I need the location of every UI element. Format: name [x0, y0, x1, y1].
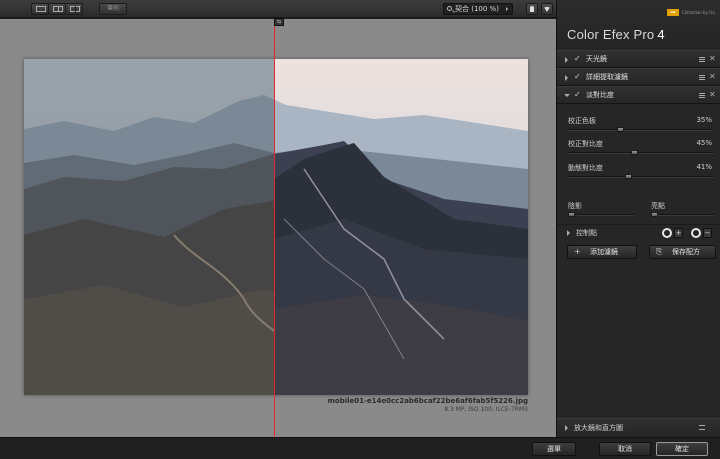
close-icon[interactable]: ✕: [709, 91, 716, 99]
slider-thumb[interactable]: [568, 212, 575, 217]
app-title: Color Efex Pro 4: [567, 27, 665, 42]
color-cast-slider[interactable]: [568, 127, 714, 132]
slider-thumb[interactable]: [651, 212, 658, 217]
file-name: mobile01-e14e0cc2ab6bcaf22be6af6fab5f522…: [327, 397, 528, 405]
slider-value-contrast: 45%: [696, 139, 712, 147]
file-meta: 8.3 MP, ISO 100, ILCE-7RM3: [444, 406, 528, 413]
split-divider-handle[interactable]: ⇆: [274, 18, 284, 26]
save-recipe-button[interactable]: ⎘ 保存配方: [649, 245, 716, 259]
panel-header: nik Collection by Go Color Efex Pro 4: [557, 0, 720, 50]
filter-row-pro-contrast[interactable]: ✓ 淡對比度 ✕: [557, 86, 720, 104]
chevron-right-icon: [506, 7, 508, 11]
filter-row-detail-extractor[interactable]: ✓ 詳細提取濾鏡 ✕: [557, 68, 720, 86]
remove-control-point-icon[interactable]: [691, 228, 701, 238]
close-icon[interactable]: ✕: [709, 73, 716, 81]
loupe-histogram-row[interactable]: 放大鏡和直方圖: [557, 418, 720, 436]
chevron-right-icon[interactable]: [567, 230, 570, 236]
filter-row-skylight[interactable]: ✓ 天光鏡 ✕: [557, 50, 720, 68]
split-view-icon: [53, 6, 63, 12]
plus-icon: +: [574, 247, 581, 256]
split-divider-line[interactable]: [274, 19, 275, 437]
collection-label: Collection by Go: [682, 10, 715, 15]
cancel-button[interactable]: 取消: [599, 442, 651, 456]
single-view-icon: [36, 6, 46, 12]
contrast-slider[interactable]: [568, 150, 714, 155]
slider-thumb[interactable]: [631, 150, 638, 155]
zoom-select[interactable]: 契合 (100 %): [443, 3, 513, 15]
side-by-side-view-icon: [70, 6, 80, 12]
slider-thumb[interactable]: [617, 127, 624, 132]
app-version: 4: [657, 27, 665, 42]
menu-button[interactable]: 選單: [532, 442, 576, 456]
triangle-down-icon: [544, 7, 550, 12]
preview-canvas: mobile01-e14e0cc2ab6bcaf22be6af6fab5f522…: [0, 19, 556, 437]
loupe-toggle-button[interactable]: [541, 3, 553, 15]
slider-thumb[interactable]: [625, 174, 632, 179]
split-view-button[interactable]: [48, 3, 66, 15]
file-info: mobile01-e14e0cc2ab6bcaf22be6af6fab5f522…: [328, 397, 528, 413]
filter-label: 淡對比度: [586, 91, 614, 99]
add-filter-button[interactable]: + 添加濾鏡: [567, 245, 637, 259]
chevron-down-icon[interactable]: [564, 94, 570, 97]
chevron-right-icon[interactable]: [565, 425, 568, 431]
zoom-select-label: 契合 (100 %): [455, 5, 499, 13]
bulb-icon: [530, 6, 534, 12]
save-recipe-label: 保存配方: [672, 248, 700, 256]
add-control-point-icon[interactable]: [662, 228, 672, 238]
loupe-histogram-label: 放大鏡和直方圖: [574, 424, 623, 432]
side-by-side-view-button[interactable]: [65, 3, 83, 15]
slider-label-dynamic-contrast: 動態對比度: [568, 164, 603, 172]
magnifier-icon: [447, 6, 452, 11]
highlights-label: 亮點: [651, 202, 665, 210]
light-toggle-button[interactable]: [526, 3, 538, 15]
filter-label: 詳細提取濾鏡: [586, 73, 628, 81]
filter-panel: nik Collection by Go Color Efex Pro 4 ✓ 天…: [556, 0, 720, 437]
control-points-row: 控制點 + −: [557, 224, 720, 240]
ok-button[interactable]: 確定: [656, 442, 708, 456]
highlights-slider[interactable]: [651, 212, 714, 217]
nik-logo: nik: [667, 9, 679, 16]
single-view-button[interactable]: [31, 3, 49, 15]
menu-icon[interactable]: [699, 93, 705, 98]
shadows-slider[interactable]: [568, 212, 634, 217]
preview-toolbar: 筆刷 契合 (100 %): [0, 0, 556, 18]
save-icon: ⎘: [656, 247, 663, 256]
close-icon[interactable]: ✕: [709, 55, 716, 63]
chevron-right-icon[interactable]: [565, 57, 568, 63]
slider-value-dynamic-contrast: 41%: [696, 163, 712, 171]
plus-icon[interactable]: +: [674, 228, 683, 238]
dynamic-contrast-slider[interactable]: [568, 174, 714, 179]
menu-icon[interactable]: [699, 75, 705, 80]
menu-icon[interactable]: [699, 57, 705, 62]
app-title-text: Color Efex Pro: [567, 27, 655, 42]
slider-label-color-cast: 校正色板: [568, 117, 596, 125]
brush-button[interactable]: 筆刷: [99, 3, 127, 15]
menu-icon[interactable]: [699, 425, 705, 430]
slider-label-contrast: 校正對比度: [568, 140, 603, 148]
bottom-bar: 選單 取消 確定: [0, 437, 720, 459]
check-icon[interactable]: ✓: [574, 91, 581, 99]
check-icon[interactable]: ✓: [574, 73, 581, 81]
chevron-right-icon[interactable]: [565, 75, 568, 81]
filter-label: 天光鏡: [586, 55, 607, 63]
slider-value-color-cast: 35%: [696, 116, 712, 124]
check-icon[interactable]: ✓: [574, 55, 581, 63]
mountain-photo: [24, 59, 528, 395]
preview-image[interactable]: [24, 59, 528, 395]
shadows-label: 陰影: [568, 202, 582, 210]
minus-icon[interactable]: −: [703, 228, 712, 238]
add-filter-label: 添加濾鏡: [590, 248, 618, 256]
control-points-label: 控制點: [576, 229, 597, 237]
